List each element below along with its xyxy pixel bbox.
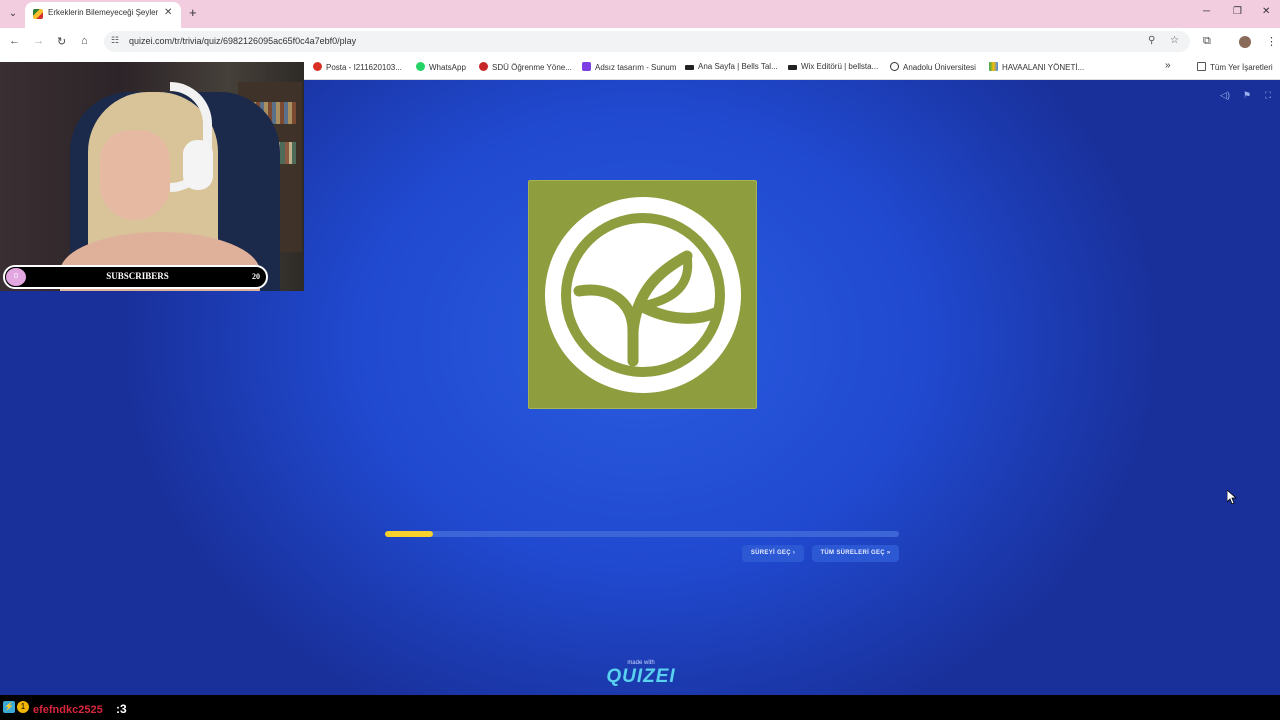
home-icon[interactable]: ⌂ xyxy=(81,35,88,47)
folder-icon xyxy=(1197,62,1206,71)
chat-username: efefndkc2525 xyxy=(33,704,103,716)
bookmark-star-icon[interactable]: ☆ xyxy=(1170,35,1179,46)
forward-icon[interactable]: → xyxy=(33,35,44,47)
chat-badge-icon: 1 xyxy=(17,701,29,713)
tab-close-icon[interactable]: ✕ xyxy=(164,7,172,18)
timer-progress-bar xyxy=(385,531,899,537)
mouse-cursor-icon xyxy=(1227,490,1237,505)
tab-title: Erkeklerin Bilemeyeceği Şeyler xyxy=(48,8,158,17)
skip-all-time-button[interactable]: TÜM SÜRELERİ GEÇ » xyxy=(812,545,899,562)
extensions-icon[interactable]: ⧉ xyxy=(1203,35,1211,48)
site-info-icon[interactable]: ☷ xyxy=(111,35,119,46)
webcam-overlay: 0 SUBSCRIBERS 20 xyxy=(0,62,304,291)
wix-icon xyxy=(685,65,694,70)
skip-time-button[interactable]: SÜREYİ GEÇ › xyxy=(742,545,804,562)
quizei-logo[interactable]: QUIZEI xyxy=(605,666,677,688)
profile-avatar[interactable] xyxy=(1239,36,1251,48)
tab-favicon-icon xyxy=(33,9,43,19)
bookmark-item[interactable]: WhatsApp xyxy=(416,62,466,72)
subscriber-label: SUBSCRIBERS xyxy=(106,271,169,281)
bookmark-item[interactable]: Anadolu Üniversitesi xyxy=(890,62,976,72)
menu-icon[interactable]: ⋮ xyxy=(1266,35,1277,48)
bookmark-item[interactable]: HAVAALANI YÖNETİ... xyxy=(989,62,1084,72)
streamer-face xyxy=(100,130,170,220)
chat-overlay: ⚡ 1 efefndkc2525 :3 xyxy=(0,695,1280,720)
new-tab-button[interactable]: + xyxy=(189,5,197,20)
sound-icon[interactable]: ◁) xyxy=(1218,88,1232,102)
yves-rocher-logo-icon xyxy=(545,197,741,393)
address-bar[interactable]: ☷ quizei.com/tr/trivia/quiz/6982126095ac… xyxy=(104,31,1190,52)
whatsapp-icon xyxy=(416,62,425,71)
headset-earcup xyxy=(183,140,213,190)
back-icon[interactable]: ← xyxy=(9,35,20,47)
flag-icon[interactable]: ⚑ xyxy=(1240,88,1254,102)
subscriber-goal: 20 xyxy=(252,272,260,281)
browser-tab-active[interactable]: Erkeklerin Bilemeyeceği Şeyler ✕ xyxy=(25,2,181,28)
zoom-icon[interactable]: ⚲ xyxy=(1148,35,1155,46)
window-close-icon[interactable]: ✕ xyxy=(1262,6,1270,17)
reload-icon[interactable]: ↻ xyxy=(57,35,66,48)
university-icon xyxy=(479,62,488,71)
restore-icon[interactable]: ❐ xyxy=(1233,6,1242,17)
chat-message: :3 xyxy=(116,702,127,716)
wix-icon xyxy=(788,65,797,70)
browser-toolbar: ← → ↻ ⌂ ☷ quizei.com/tr/trivia/quiz/6982… xyxy=(0,28,1280,55)
bookmark-item[interactable]: Posta - I211620103... xyxy=(313,62,402,72)
drive-icon xyxy=(989,62,998,71)
bookmark-item[interactable]: Adsız tasarım - Sunum xyxy=(582,62,676,72)
url-text[interactable]: quizei.com/tr/trivia/quiz/6982126095ac65… xyxy=(129,36,356,46)
tab-search-button[interactable]: ⌄ xyxy=(5,6,21,22)
bookmarks-overflow-icon[interactable]: » xyxy=(1165,60,1171,71)
question-logo-image xyxy=(528,180,757,409)
mail-icon xyxy=(313,62,322,71)
tab-strip: ⌄ Erkeklerin Bilemeyeceği Şeyler ✕ + ─ ❐… xyxy=(0,0,1280,28)
bookmark-item[interactable]: SDÜ Öğrenme Yöne... xyxy=(479,62,572,72)
subscriber-goal-bar: 0 SUBSCRIBERS 20 xyxy=(3,265,268,289)
timer-progress-fill xyxy=(385,531,434,537)
canva-icon xyxy=(582,62,591,71)
bookmark-item[interactable]: Ana Sayfa | Bells Tal... xyxy=(685,62,778,71)
bookmark-item[interactable]: Wix Editörü | bellsta... xyxy=(788,62,878,71)
all-bookmarks-folder[interactable]: Tüm Yer İşaretleri xyxy=(1197,62,1273,72)
minimize-icon[interactable]: ─ xyxy=(1203,6,1210,17)
anadolu-icon xyxy=(890,62,899,71)
fullscreen-icon[interactable]: ⛶ xyxy=(1261,88,1275,102)
chat-badge-icon: ⚡ xyxy=(3,701,15,713)
